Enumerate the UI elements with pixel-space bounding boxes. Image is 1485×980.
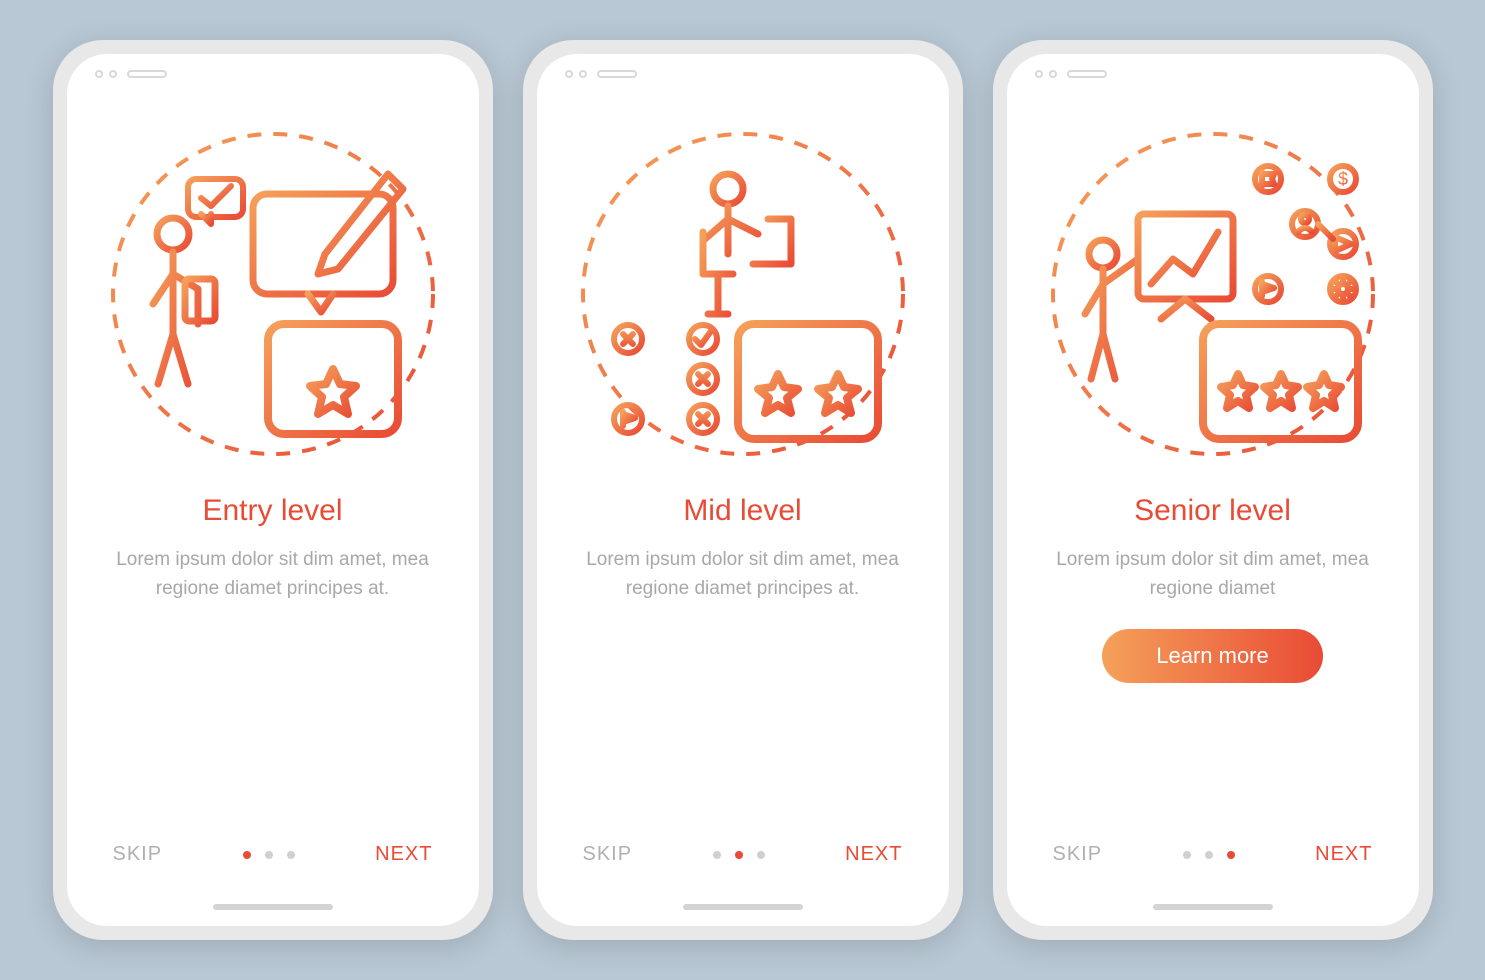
page-dot[interactable] (735, 851, 743, 859)
phone-mockup-1: Entry level Lorem ipsum dolor sit dim am… (53, 40, 493, 940)
senior-level-illustration: $ (1043, 124, 1383, 464)
nav-row: SKIP NEXT (537, 843, 949, 866)
onboarding-title: Mid level (683, 494, 801, 528)
skip-button[interactable]: SKIP (113, 843, 163, 866)
home-indicator (683, 904, 803, 910)
home-indicator (1153, 904, 1273, 910)
next-button[interactable]: NEXT (845, 843, 902, 866)
next-button[interactable]: NEXT (375, 843, 432, 866)
page-dot[interactable] (1227, 851, 1235, 859)
page-dot[interactable] (1205, 851, 1213, 859)
skip-button[interactable]: SKIP (583, 843, 633, 866)
skip-button[interactable]: SKIP (1053, 843, 1103, 866)
onboarding-screen-2: Mid level Lorem ipsum dolor sit dim amet… (537, 54, 949, 926)
page-indicator (713, 851, 765, 859)
phone-mockup-3: $ (993, 40, 1433, 940)
onboarding-description: Lorem ipsum dolor sit dim amet, mea regi… (537, 546, 949, 603)
learn-more-button[interactable]: Learn more (1102, 629, 1323, 683)
page-dot[interactable] (243, 851, 251, 859)
page-dot[interactable] (265, 851, 273, 859)
phone-mockup-2: Mid level Lorem ipsum dolor sit dim amet… (523, 40, 963, 940)
entry-level-illustration (103, 124, 443, 464)
onboarding-description: Lorem ipsum dolor sit dim amet, mea regi… (67, 546, 479, 603)
svg-text:$: $ (1337, 169, 1347, 189)
page-dot[interactable] (713, 851, 721, 859)
page-dot[interactable] (757, 851, 765, 859)
onboarding-screen-1: Entry level Lorem ipsum dolor sit dim am… (67, 54, 479, 926)
onboarding-title: Senior level (1134, 494, 1291, 528)
home-indicator (213, 904, 333, 910)
next-button[interactable]: NEXT (1315, 843, 1372, 866)
page-indicator (1183, 851, 1235, 859)
page-indicator (243, 851, 295, 859)
mid-level-illustration (573, 124, 913, 464)
nav-row: SKIP NEXT (1007, 843, 1419, 866)
page-dot[interactable] (1183, 851, 1191, 859)
onboarding-title: Entry level (202, 494, 342, 528)
onboarding-screen-3: $ (1007, 54, 1419, 926)
status-bar (67, 54, 479, 94)
page-dot[interactable] (287, 851, 295, 859)
status-bar (1007, 54, 1419, 94)
onboarding-description: Lorem ipsum dolor sit dim amet, mea regi… (1007, 546, 1419, 603)
nav-row: SKIP NEXT (67, 843, 479, 866)
status-bar (537, 54, 949, 94)
